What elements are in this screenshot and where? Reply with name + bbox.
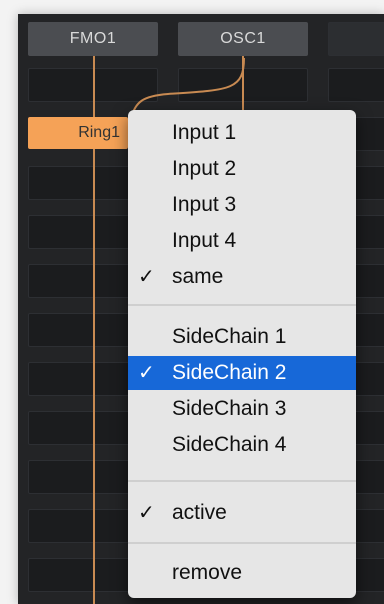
menu-separator (128, 480, 356, 482)
menu-item-active[interactable]: ✓ active (128, 496, 356, 530)
menu-separator (128, 542, 356, 544)
menu-separator (128, 304, 356, 306)
grid-cell[interactable] (328, 22, 384, 56)
context-menu: Input 1 Input 2 Input 3 Input 4 ✓ same S… (128, 110, 356, 598)
module-ring1[interactable]: Ring1 (28, 117, 128, 149)
menu-item-input-2[interactable]: Input 2 (128, 152, 356, 186)
menu-item-sidechain-1[interactable]: SideChain 1 (128, 320, 356, 354)
menu-item-input-3[interactable]: Input 3 (128, 188, 356, 222)
menu-item-sidechain-3[interactable]: SideChain 3 (128, 392, 356, 426)
menu-item-sidechain-4[interactable]: SideChain 4 (128, 428, 356, 462)
menu-item-sidechain-2[interactable]: ✓ SideChain 2 (128, 356, 356, 390)
module-grid: FMO1 OSC1 Ring1 Input 1 Input 2 Input 3 … (18, 14, 384, 604)
menu-item-same[interactable]: ✓ same (128, 260, 356, 294)
menu-item-remove[interactable]: remove (128, 556, 356, 590)
menu-item-input-4[interactable]: Input 4 (128, 224, 356, 258)
grid-cell[interactable] (328, 68, 384, 102)
checkmark-icon: ✓ (138, 502, 155, 524)
osc1-wire (242, 56, 244, 116)
module-fmo1[interactable]: FMO1 (28, 22, 158, 56)
checkmark-icon: ✓ (138, 362, 155, 384)
module-osc1[interactable]: OSC1 (178, 22, 308, 56)
checkmark-icon: ✓ (138, 266, 155, 288)
menu-item-input-1[interactable]: Input 1 (128, 116, 356, 150)
